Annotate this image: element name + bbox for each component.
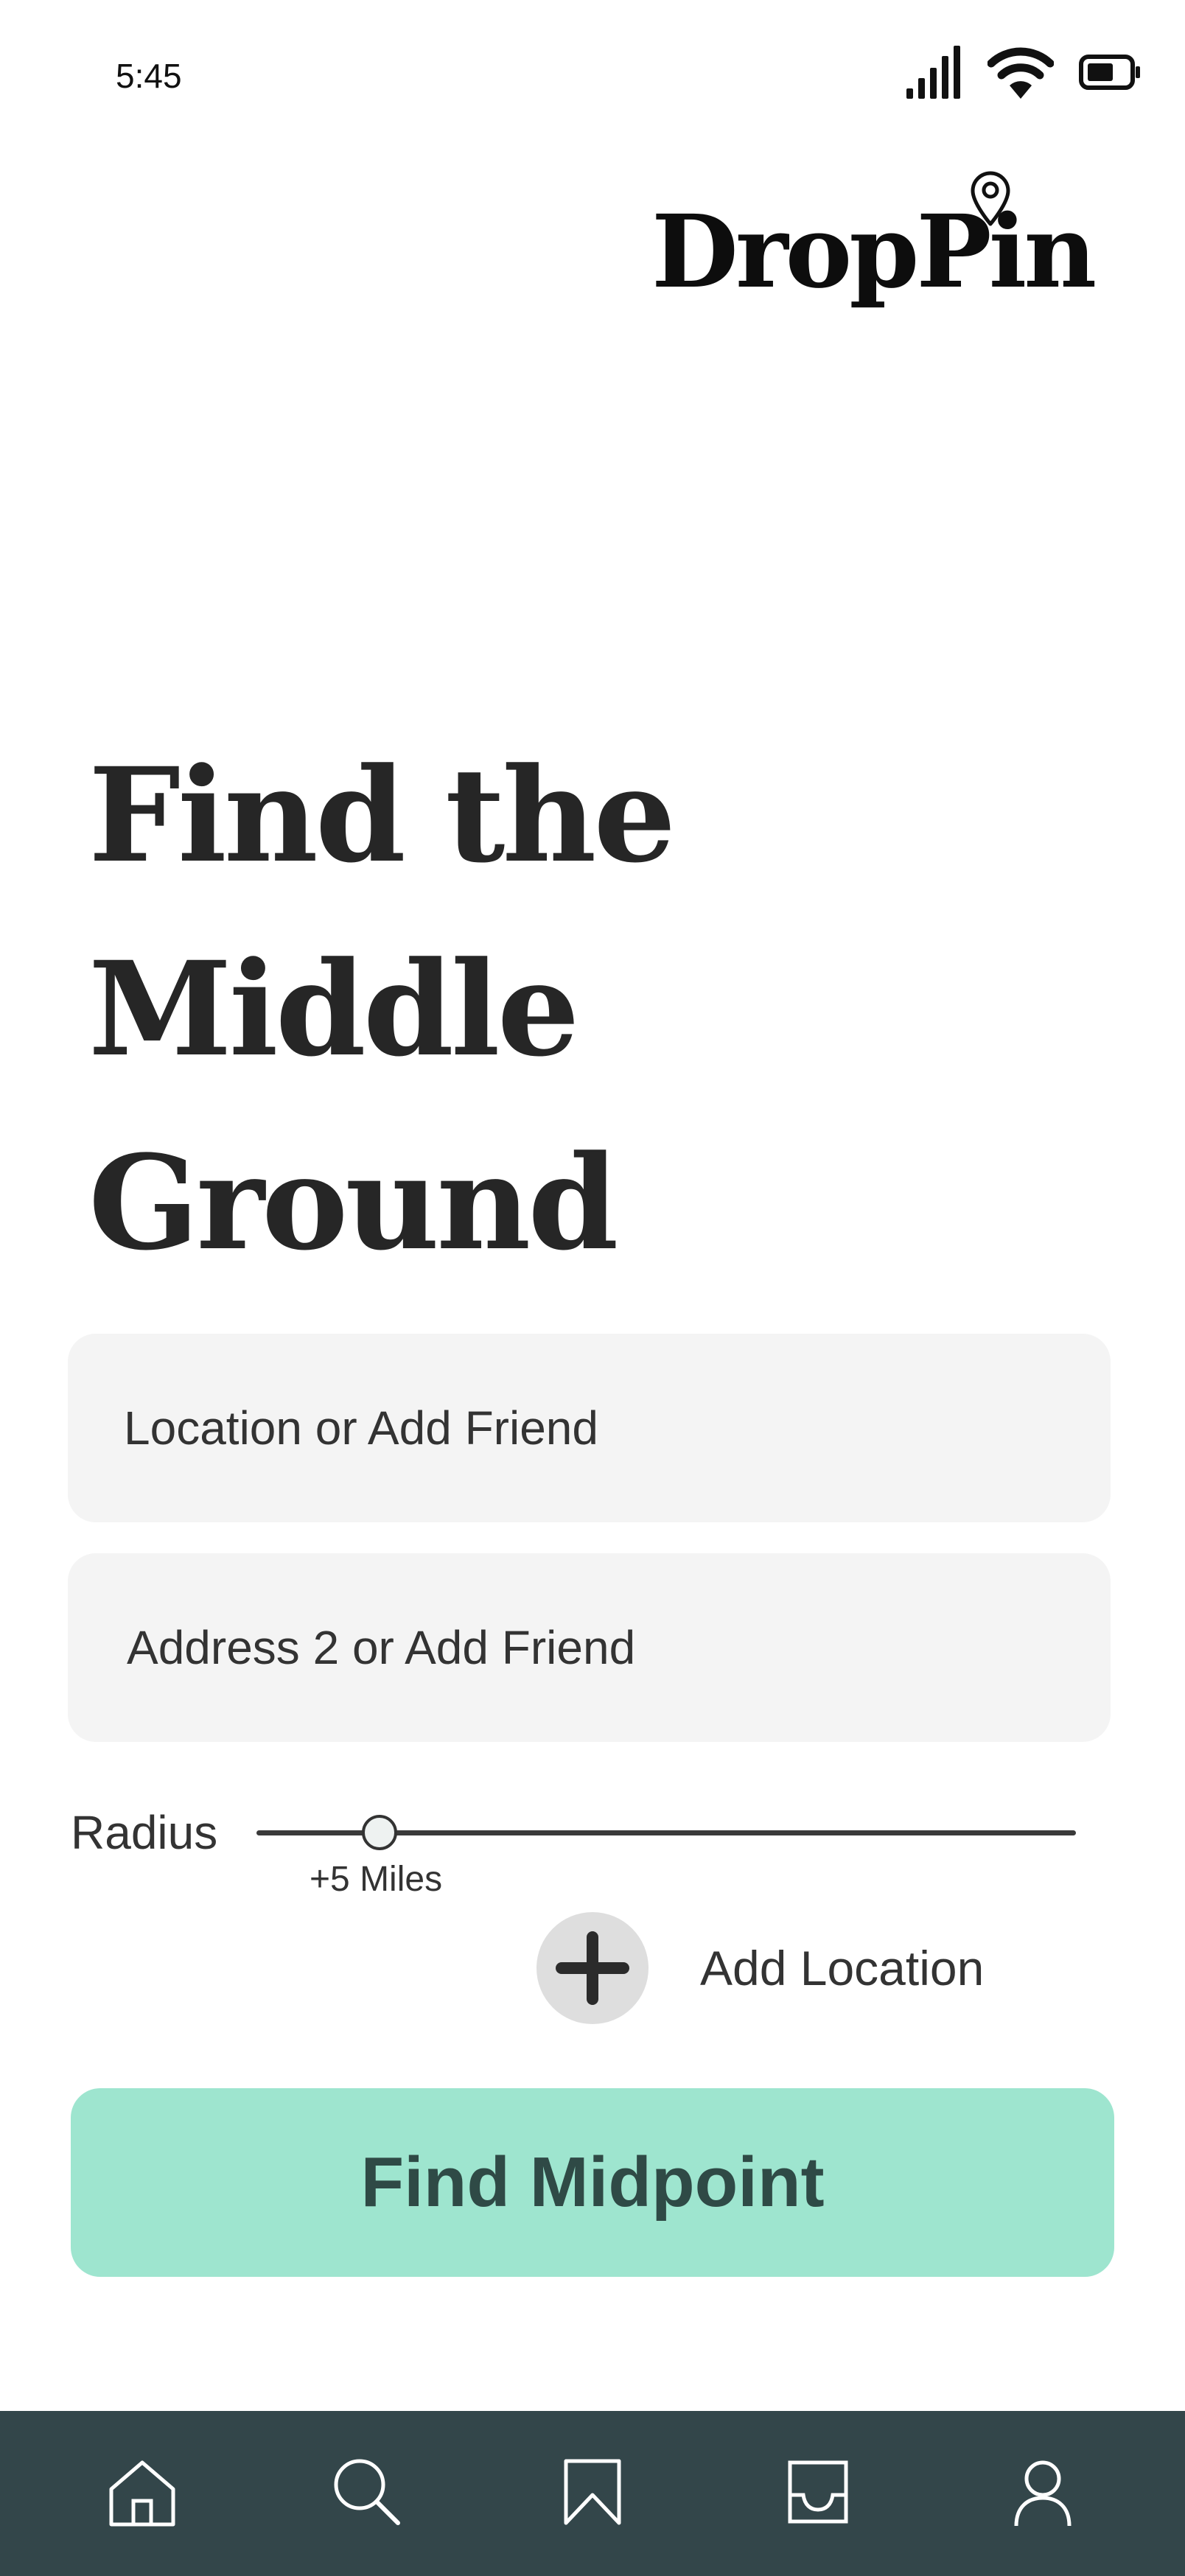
nav-profile[interactable] [991,2442,1094,2545]
nav-search[interactable] [315,2442,419,2545]
battery-icon [1079,54,1141,94]
radius-label: Radius [71,1806,218,1859]
location-input[interactable]: Location or Add Friend [68,1334,1111,1522]
nav-saved[interactable] [541,2442,644,2545]
radius-value: +5 Miles [310,1860,443,1899]
status-icons [905,44,1141,103]
inbox-icon[interactable] [781,2455,855,2533]
profile-icon[interactable] [1006,2455,1080,2533]
logo-text: DropPin [651,193,1097,311]
add-location-label: Add Location [700,1941,985,1995]
add-location-button[interactable]: Add Location [536,1912,984,2024]
signal-icon [905,44,962,104]
nav-inbox[interactable] [766,2442,870,2545]
hero-title: Find the Middle Ground [88,718,973,1300]
map-pin-icon [970,171,1011,231]
hero-title-line: Middle [88,933,580,1085]
nav-home[interactable] [91,2442,194,2545]
hero-title-line: Ground [88,1127,618,1279]
find-midpoint-button[interactable]: Find Midpoint [71,2088,1114,2277]
wifi-icon [987,44,1055,104]
status-bar: 5:45 [0,0,1185,155]
home-icon[interactable] [105,2455,179,2533]
address-2-input-placeholder: Address 2 or Add Friend [127,1621,636,1674]
status-time: 5:45 [116,57,182,95]
address-2-input[interactable]: Address 2 or Add Friend [68,1553,1111,1742]
app-logo: DropPin [651,171,1097,318]
bottom-nav [0,2411,1185,2576]
hero-title-line: Find the [88,739,676,892]
bookmark-icon[interactable] [556,2455,629,2533]
search-icon[interactable] [330,2455,404,2533]
plus-icon[interactable] [536,1912,649,2024]
radius-slider-thumb[interactable] [361,1815,397,1850]
location-input-placeholder: Location or Add Friend [124,1401,598,1455]
